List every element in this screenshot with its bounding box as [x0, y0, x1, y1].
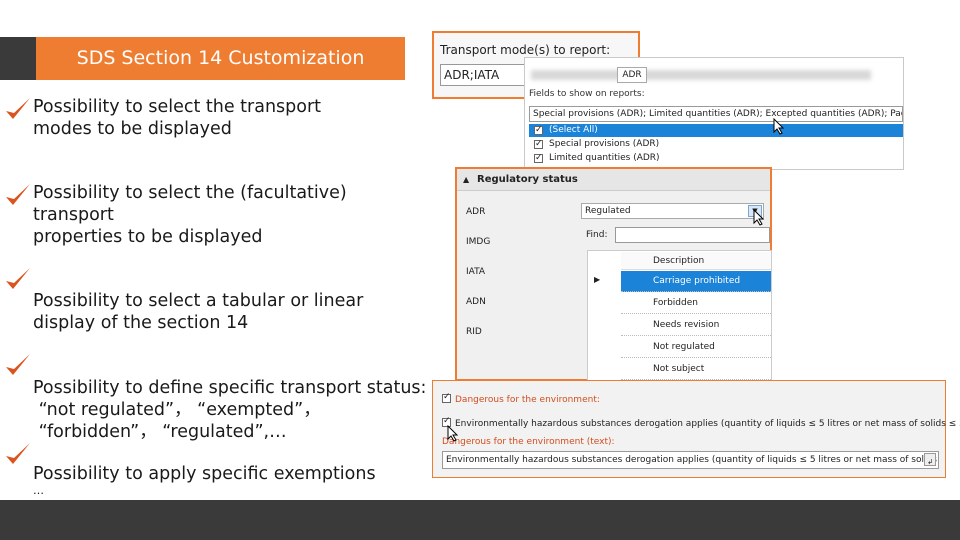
- slide-footer: [0, 500, 960, 540]
- table-row[interactable]: Carriage prohibited: [621, 271, 771, 292]
- collapse-icon[interactable]: ▲: [463, 169, 469, 191]
- bullet-transport-properties: Possibility to select the (facultative) t…: [33, 183, 347, 247]
- check-icon: [6, 443, 30, 464]
- bullet-display-format: Possibility to select a tabular or linea…: [33, 291, 364, 333]
- find-label: Find:: [586, 230, 608, 240]
- dangerous-env-checkbox-row[interactable]: Dangerous for the environment:: [442, 392, 600, 405]
- mode-label-adr: ADR: [466, 207, 486, 217]
- status-select[interactable]: Regulated▼: [581, 203, 764, 219]
- row-pointer-icon: ▶: [594, 275, 601, 284]
- mode-label-adn: ADN: [466, 297, 486, 307]
- fields-dropdown[interactable]: Special provisions (ADR); Limited quanti…: [529, 106, 903, 122]
- transport-mode-input[interactable]: ADR;IATA: [440, 64, 526, 86]
- check-icon: [6, 354, 30, 375]
- option-select-all[interactable]: (Select All): [529, 124, 903, 137]
- regulatory-status-header[interactable]: ▲ Regulatory status: [457, 169, 770, 191]
- checkbox[interactable]: [534, 152, 543, 165]
- transport-mode-label: Transport mode(s) to report:: [440, 43, 611, 57]
- checkbox[interactable]: [534, 138, 543, 151]
- checkbox[interactable]: [442, 392, 451, 403]
- table-row[interactable]: Forbidden: [621, 293, 771, 314]
- mode-label-iata: IATA: [466, 267, 486, 277]
- check-icon: [6, 184, 30, 205]
- tab-adr[interactable]: ADR: [617, 67, 647, 83]
- find-input[interactable]: [615, 227, 770, 243]
- report-fields-panel: ADR Fields to show on reports: Special p…: [524, 57, 904, 170]
- environment-panel: Dangerous for the environment: Environme…: [432, 380, 960, 478]
- mode-label-imdg: IMDG: [466, 237, 491, 247]
- table-row[interactable]: Not subject: [621, 359, 771, 380]
- derogation-checkbox-row[interactable]: Environmentally hazardous substances der…: [442, 416, 960, 429]
- slide-title: SDS Section 14 Customization: [36, 37, 405, 80]
- bullet-exemptions: Possibility to apply specific exemptions…: [33, 464, 376, 497]
- bullet-transport-status: Possibility to define specific transport…: [33, 378, 427, 442]
- blurred-tabs: [531, 70, 871, 80]
- regulatory-status-panel: ▲ Regulatory status ADR IMDG IATA ADN RID…: [455, 167, 772, 383]
- title-accent-block: [0, 37, 36, 80]
- env-text-input[interactable]: Environmentally hazardous substances der…: [442, 451, 939, 469]
- option-special-provisions[interactable]: Special provisions (ADR): [529, 138, 903, 151]
- table-row[interactable]: Needs revision: [621, 315, 771, 336]
- bullet-transport-modes: Possibility to select the transport modes…: [33, 97, 322, 139]
- mouse-cursor-icon: [447, 425, 459, 442]
- grid-header-description[interactable]: Description: [621, 252, 771, 270]
- mouse-cursor-icon: [773, 118, 785, 135]
- status-grid: Description ▶ Carriage prohibited Forbid…: [587, 250, 772, 383]
- mouse-cursor-icon: [753, 209, 765, 226]
- mode-label-rid: RID: [466, 327, 482, 337]
- option-limited-quantities[interactable]: Limited quantities (ADR): [529, 152, 903, 165]
- env-text-label: Dangerous for the environment (text):: [442, 437, 615, 447]
- fields-label: Fields to show on reports:: [529, 89, 645, 99]
- checkbox[interactable]: [534, 124, 543, 137]
- check-icon: [6, 268, 30, 289]
- table-row[interactable]: Not regulated: [621, 337, 771, 358]
- edit-icon[interactable]: ↲: [924, 453, 936, 466]
- check-icon: [6, 98, 30, 119]
